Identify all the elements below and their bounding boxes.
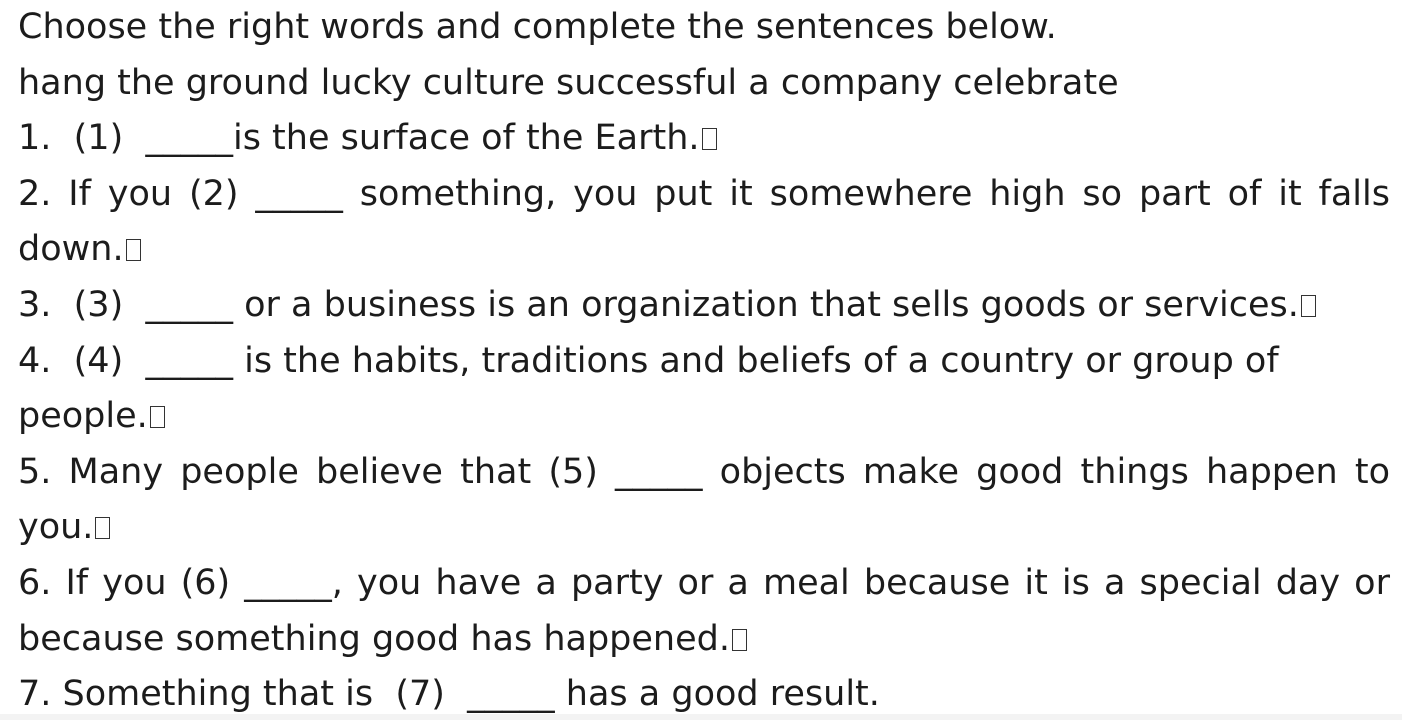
word-bank: hang the ground lucky culture successful… <box>18 62 1119 103</box>
bottom-divider <box>0 714 1402 720</box>
question-2-continued: down. <box>18 222 1390 278</box>
box-icon <box>1300 294 1316 317</box>
box-icon <box>125 239 141 262</box>
box-icon <box>95 517 111 540</box>
question-1: 1. (1) _____is the surface of the Earth. <box>18 111 1390 167</box>
question-3-text: 3. (3) _____ or a business is an organiz… <box>18 284 1299 325</box>
question-5: 5. Many people believe that (5) _____ ob… <box>18 445 1390 501</box>
question-2-text-end: down. <box>18 229 124 270</box>
question-3: 3. (3) _____ or a business is an organiz… <box>18 278 1390 334</box>
question-6-continued: because something good has happened. <box>18 612 1390 668</box>
question-5-text: 5. Many people believe that (5) _____ ob… <box>18 451 1390 492</box>
question-2: 2. If you (2) _____ something, you put i… <box>18 167 1390 223</box>
question-6: 6. If you (6) _____, you have a party or… <box>18 556 1390 612</box>
box-icon <box>149 406 165 429</box>
question-4-continued: people. <box>18 389 1390 445</box>
question-2-text: 2. If you (2) _____ something, you put i… <box>18 173 1390 214</box>
worksheet: Choose the right words and complete the … <box>18 0 1390 723</box>
question-5-continued: you. <box>18 500 1390 556</box>
question-1-text: 1. (1) _____is the surface of the Earth. <box>18 118 700 159</box>
question-6-text: 6. If you (6) _____, you have a party or… <box>18 562 1390 603</box>
box-icon <box>701 128 717 151</box>
instruction-text: Choose the right words and complete the … <box>18 7 1057 47</box>
question-5-text-end: you. <box>18 507 94 548</box>
question-4-text-end: people. <box>18 396 148 437</box>
question-4-text: 4. (4) _____ is the habits, traditions a… <box>18 340 1279 381</box>
question-4: 4. (4) _____ is the habits, traditions a… <box>18 334 1390 390</box>
box-icon <box>731 628 747 651</box>
question-7-text: 7. Something that is (7) _____ has a goo… <box>18 674 880 715</box>
question-6-text-end: because something good has happened. <box>18 618 730 659</box>
